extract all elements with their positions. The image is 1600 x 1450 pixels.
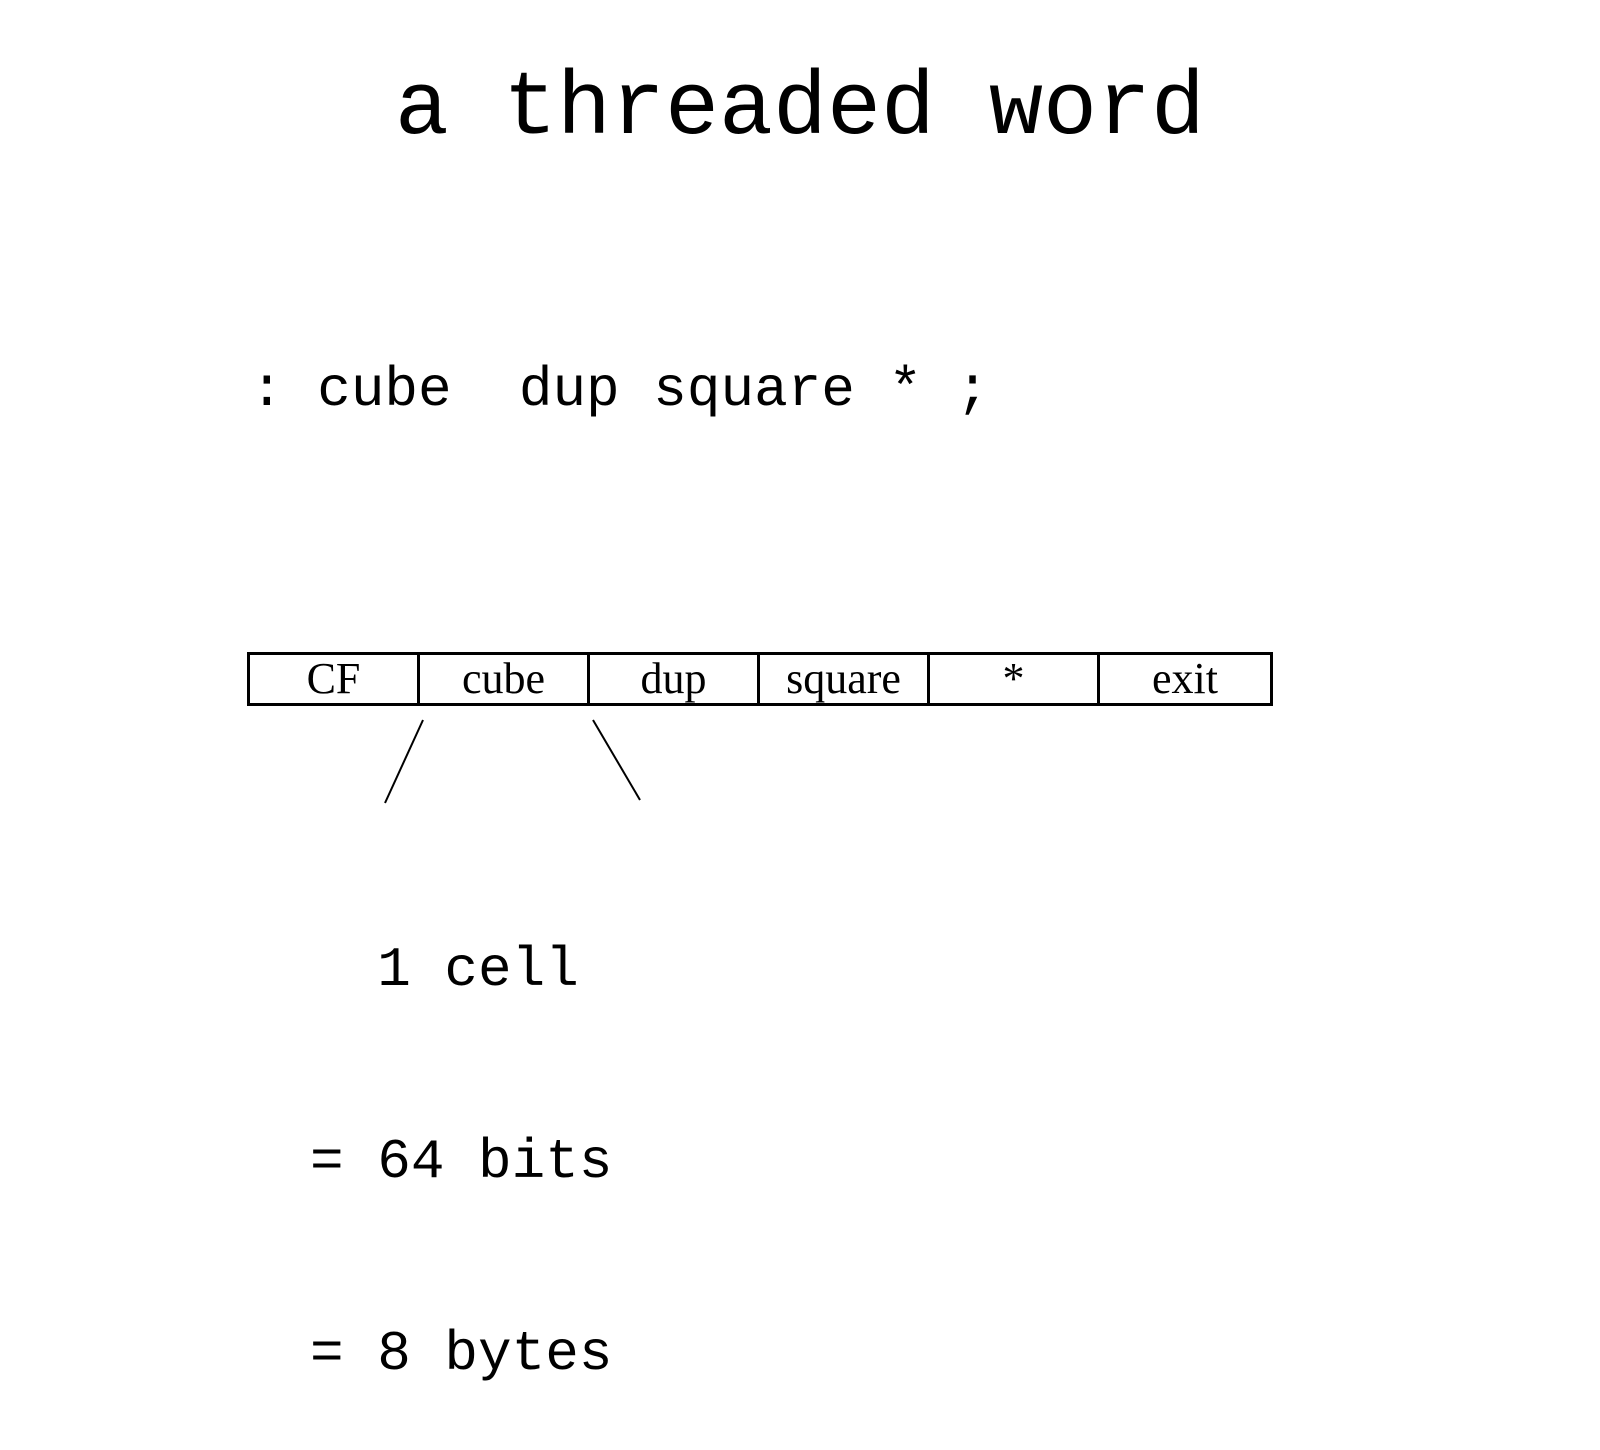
left-pointer-line [384, 719, 424, 804]
cell-square: square [760, 655, 930, 703]
forth-definition: : cube dup square * ; [250, 358, 990, 422]
cell-code-field: CF [250, 655, 420, 703]
threaded-cells-row: CF cube dup square * exit [247, 652, 1273, 706]
cell-exit: exit [1152, 654, 1218, 703]
cell-multiply: * [930, 655, 1100, 703]
cell-cube: cube [420, 655, 590, 703]
slide-title: a threaded word [394, 59, 1206, 161]
right-pointer-line [592, 719, 641, 801]
cell-dup: dup [590, 655, 760, 703]
annotation-line-bits: = 64 bits [310, 1130, 613, 1194]
cell-size-pointers [384, 719, 641, 804]
cell-size-annotation: 1 cell = 64 bits = 8 bytes [310, 810, 612, 1450]
annotation-line-bytes: = 8 bytes [310, 1322, 613, 1386]
annotation-line-cell: 1 cell [310, 938, 579, 1002]
